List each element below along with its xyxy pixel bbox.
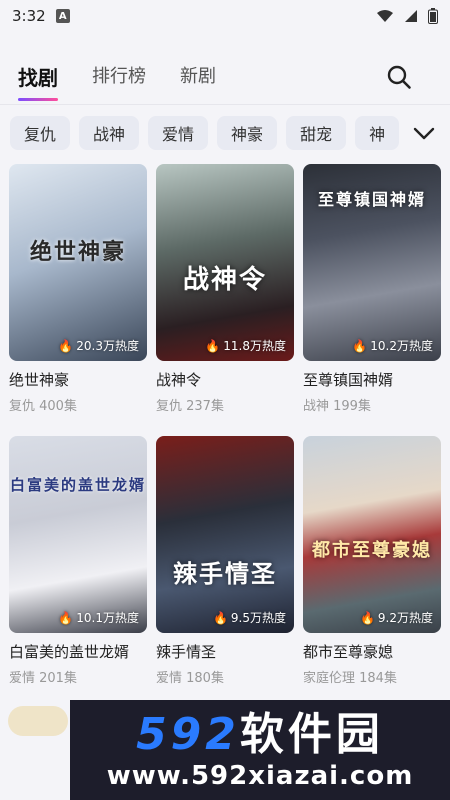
chip-war-god[interactable]: 战神 bbox=[79, 116, 140, 150]
drama-cover[interactable]: 都市至尊豪媳 🔥 9.2万热度 bbox=[303, 436, 441, 633]
drama-cover[interactable]: 辣手情圣 🔥 9.5万热度 bbox=[156, 436, 294, 633]
heat-badge: 🔥 20.3万热度 bbox=[58, 337, 139, 354]
drama-card[interactable]: 白富美的盖世龙婿 🔥 10.1万热度 白富美的盖世龙婿 爱情 201集 bbox=[9, 436, 147, 686]
drama-cover[interactable]: 绝世神豪 🔥 20.3万热度 bbox=[9, 164, 147, 361]
cover-title-text: 至尊镇国神婿 bbox=[317, 190, 426, 209]
drama-meta: 复仇 400集 bbox=[9, 399, 77, 414]
watermark-brand-name: 软件园 bbox=[239, 709, 384, 760]
wifi-icon bbox=[377, 10, 393, 22]
heat-value: 10.1万热度 bbox=[76, 611, 139, 625]
chip-romance[interactable]: 爱情 bbox=[148, 116, 209, 150]
tabs-divider bbox=[0, 104, 450, 105]
cover-title-text: 白富美的盖世龙婿 bbox=[9, 476, 146, 494]
heat-badge: 🔥 9.2万热度 bbox=[360, 609, 433, 626]
drama-meta: 爱情 180集 bbox=[156, 671, 224, 686]
chip-rich-tycoon[interactable]: 神豪 bbox=[217, 116, 278, 150]
chevron-down-icon bbox=[413, 127, 435, 140]
watermark-brand: 592软件园 bbox=[136, 709, 384, 761]
heat-value: 20.3万热度 bbox=[76, 339, 139, 353]
flame-icon: 🔥 bbox=[205, 338, 221, 353]
drama-meta: 复仇 237集 bbox=[156, 399, 224, 414]
drama-meta: 爱情 201集 bbox=[9, 671, 77, 686]
tab-find-drama[interactable]: 找剧 bbox=[18, 52, 58, 101]
tab-new-drama[interactable]: 新剧 bbox=[180, 52, 216, 88]
drama-cover[interactable]: 战神令 🔥 11.8万热度 bbox=[156, 164, 294, 361]
battery-icon bbox=[428, 8, 438, 24]
drama-title: 都市至尊豪媳 bbox=[303, 643, 394, 661]
drama-meta: 战神 199集 bbox=[303, 399, 371, 414]
expand-genres-button[interactable] bbox=[398, 110, 450, 158]
drama-card[interactable]: 绝世神豪 🔥 20.3万热度 绝世神豪 复仇 400集 bbox=[9, 164, 147, 414]
tab-ranking[interactable]: 排行榜 bbox=[92, 52, 146, 88]
heat-badge: 🔥 10.2万热度 bbox=[352, 337, 433, 354]
cover-title-text: 辣手情圣 bbox=[173, 560, 277, 588]
heat-badge: 🔥 9.5万热度 bbox=[213, 609, 286, 626]
search-icon[interactable] bbox=[386, 64, 412, 90]
drama-card[interactable]: 至尊镇国神婿 🔥 10.2万热度 至尊镇国神婿 战神 199集 bbox=[303, 164, 441, 414]
drama-title: 白富美的盖世龙婿 bbox=[9, 643, 130, 661]
heat-badge: 🔥 11.8万热度 bbox=[205, 337, 286, 354]
drama-card[interactable]: 战神令 🔥 11.8万热度 战神令 复仇 237集 bbox=[156, 164, 294, 414]
drama-title: 绝世神豪 bbox=[9, 371, 70, 389]
top-tabs: 找剧 排行榜 新剧 bbox=[0, 52, 450, 104]
drama-meta: 家庭伦理 184集 bbox=[303, 671, 397, 686]
status-time: 3:32 bbox=[12, 7, 46, 25]
next-row-thumbnail[interactable] bbox=[8, 706, 68, 736]
heat-value: 9.5万热度 bbox=[230, 611, 286, 625]
drama-cover[interactable]: 白富美的盖世龙婿 🔥 10.1万热度 bbox=[9, 436, 147, 633]
watermark-url: www.592xiazai.com bbox=[106, 761, 414, 791]
cover-title-text: 都市至尊豪媳 bbox=[312, 540, 432, 561]
drama-title: 战神令 bbox=[156, 371, 202, 389]
heat-value: 9.2万热度 bbox=[377, 611, 433, 625]
flame-icon: 🔥 bbox=[352, 338, 368, 353]
drama-cover[interactable]: 至尊镇国神婿 🔥 10.2万热度 bbox=[303, 164, 441, 361]
chip-sweet-love[interactable]: 甜宠 bbox=[286, 116, 347, 150]
watermark-brand-number: 592 bbox=[136, 709, 240, 760]
genre-chip-row: 复仇 战神 爱情 神豪 甜宠 神 bbox=[10, 116, 410, 150]
drama-title: 至尊镇国神婿 bbox=[303, 371, 394, 389]
chip-revenge[interactable]: 复仇 bbox=[10, 116, 71, 150]
flame-icon: 🔥 bbox=[58, 610, 74, 625]
drama-card[interactable]: 辣手情圣 🔥 9.5万热度 辣手情圣 爱情 180集 bbox=[156, 436, 294, 686]
heat-value: 10.2万热度 bbox=[370, 339, 433, 353]
cover-title-text: 绝世神豪 bbox=[29, 240, 126, 265]
flame-icon: 🔥 bbox=[58, 338, 74, 353]
flame-icon: 🔥 bbox=[359, 610, 375, 625]
flame-icon: 🔥 bbox=[212, 610, 228, 625]
heat-badge: 🔥 10.1万热度 bbox=[58, 609, 139, 626]
drama-grid: 绝世神豪 🔥 20.3万热度 绝世神豪 复仇 400集 战神令 🔥 11.8万热… bbox=[9, 164, 441, 686]
signal-icon bbox=[405, 10, 417, 22]
chip-partial[interactable]: 神 bbox=[355, 116, 400, 150]
watermark-overlay: 592软件园 www.592xiazai.com bbox=[70, 700, 450, 800]
drama-card[interactable]: 都市至尊豪媳 🔥 9.2万热度 都市至尊豪媳 家庭伦理 184集 bbox=[303, 436, 441, 686]
status-bar: 3:32 A bbox=[0, 0, 450, 32]
heat-value: 11.8万热度 bbox=[223, 339, 286, 353]
cover-title-text: 战神令 bbox=[182, 265, 267, 295]
drama-title: 辣手情圣 bbox=[156, 643, 217, 661]
notification-a-icon: A bbox=[55, 9, 70, 23]
